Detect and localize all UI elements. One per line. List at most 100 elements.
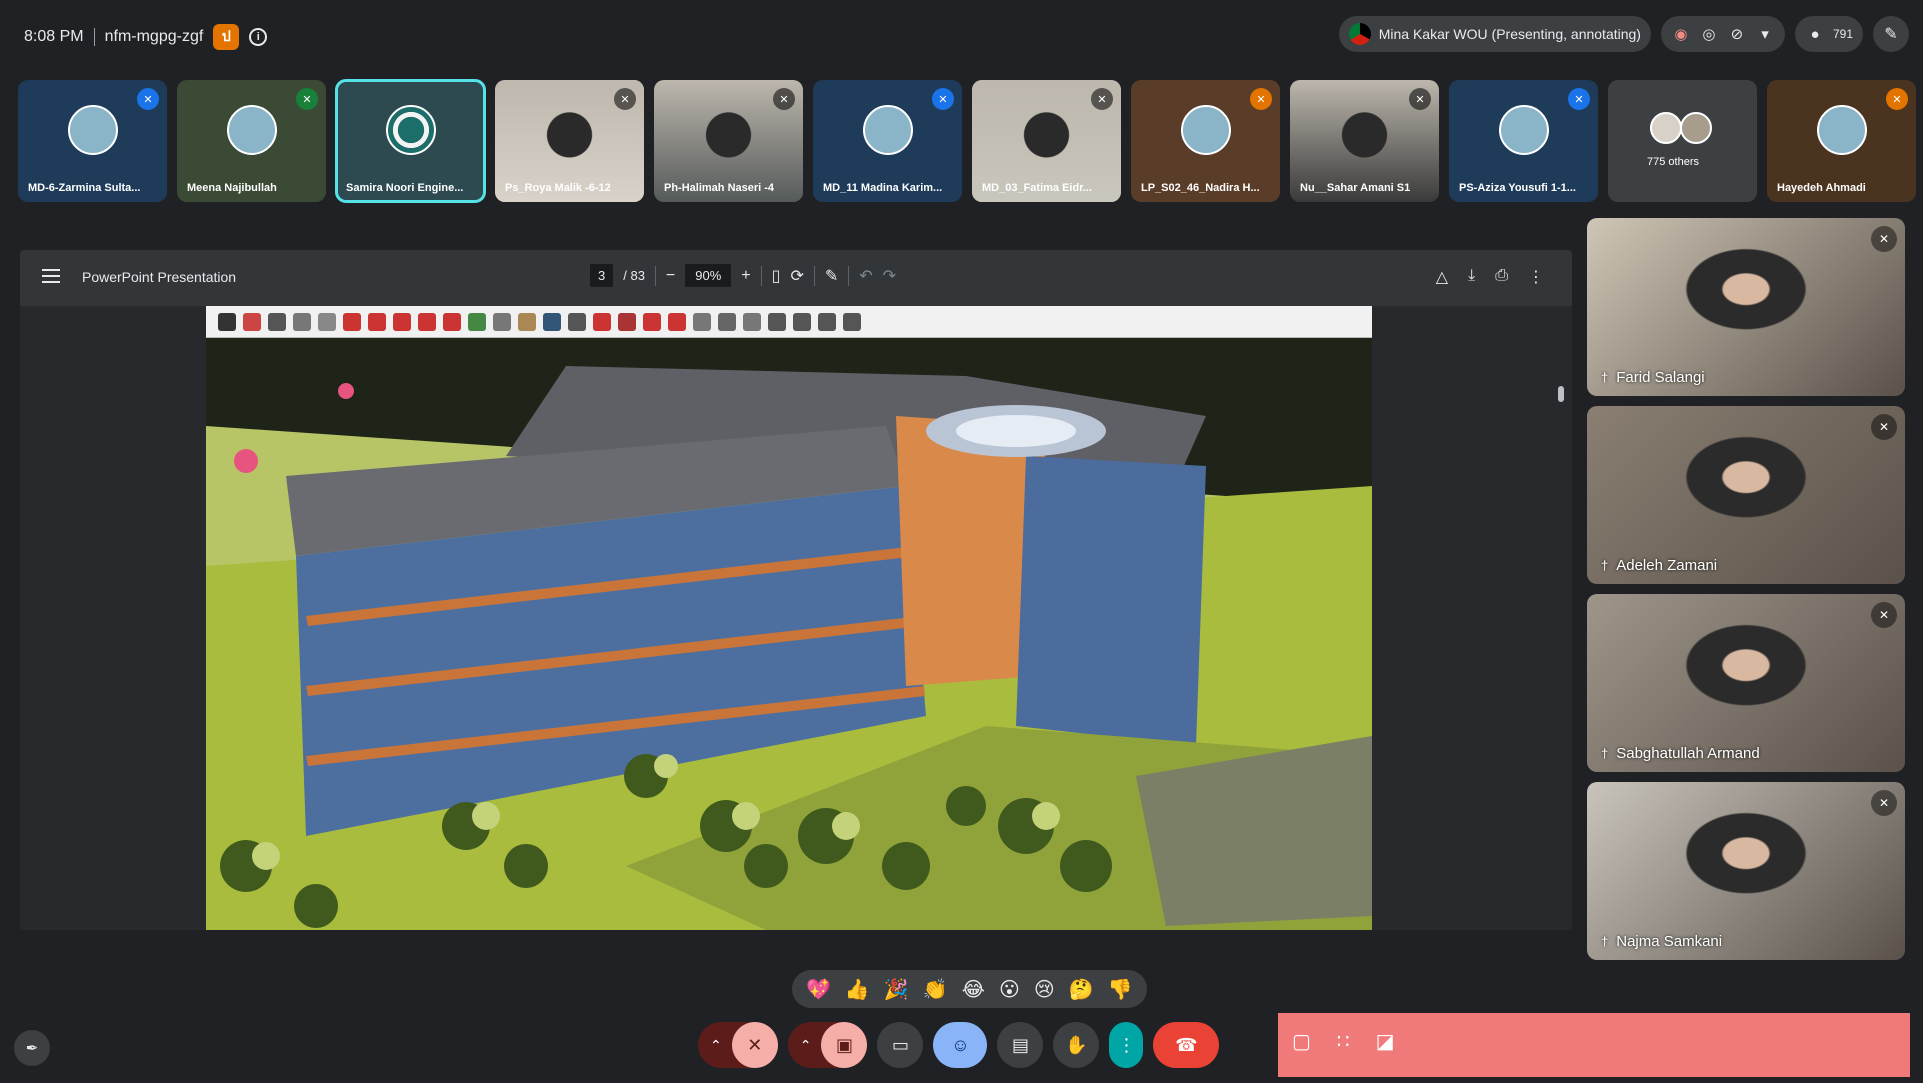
participant-name: MD_11 Madina Karim... xyxy=(823,182,943,194)
camera-off-icon[interactable]: ▣ xyxy=(821,1022,868,1068)
participant-tile[interactable]: ✕ Nu__Sahar Amani S1 xyxy=(1290,80,1439,202)
reaction-emoji[interactable]: 👏 xyxy=(923,977,948,1002)
sketchup-tool-icon xyxy=(468,312,486,331)
camera-control[interactable]: ⌃ ▣ xyxy=(787,1022,868,1068)
pin-icon: † xyxy=(1601,370,1609,385)
participant-name: 775 others xyxy=(1647,156,1699,168)
mic-off-icon: ✕ xyxy=(1409,88,1431,110)
participant-tile[interactable]: ✕ Hayedeh Ahmadi xyxy=(1767,80,1916,202)
reaction-emoji[interactable]: 😂 xyxy=(962,977,985,1002)
annotate-button[interactable]: ✎ xyxy=(1873,16,1909,52)
mic-off-icon: ✕ xyxy=(1871,226,1897,252)
host-lock-icon[interactable]: ◪ xyxy=(1376,1029,1395,1054)
sketchup-tool-icon xyxy=(618,312,636,331)
zoom-level[interactable]: 90% xyxy=(685,264,732,287)
page-input[interactable]: 3 xyxy=(590,264,614,287)
pinned-videos: ✕ † Farid Salangi ✕ † Adeleh Zamani ✕ † Sabghatu… xyxy=(1587,218,1905,960)
reaction-emoji[interactable]: 🤔 xyxy=(1069,977,1094,1002)
mic-off-icon: ✕ xyxy=(932,88,954,110)
scrollbar-thumb[interactable] xyxy=(1558,386,1564,402)
pen-icon: ✎ xyxy=(1884,26,1898,43)
more-vert-icon: ⋮ xyxy=(1117,1034,1136,1055)
participant-tile[interactable]: ✕ MD_11 Madina Karim... xyxy=(813,80,962,202)
avatar xyxy=(1680,112,1712,144)
participant-tile[interactable]: ✕ Ph-Halimah Naseri -4 xyxy=(654,80,803,202)
sketchup-tool-icon xyxy=(793,312,811,331)
zoom-in-button[interactable]: + xyxy=(741,267,750,285)
drive-icon[interactable]: △ xyxy=(1436,267,1448,287)
raise-hand-button[interactable]: ✋ xyxy=(1053,1022,1100,1068)
slide-image xyxy=(206,306,1372,930)
pin-off-button[interactable]: ✒ xyxy=(14,1030,50,1066)
annotate-icon[interactable]: ✎ xyxy=(825,266,838,286)
rotate-icon[interactable]: ⟳ xyxy=(790,266,803,286)
slide-scrollbar[interactable] xyxy=(1556,368,1566,930)
participant-tile[interactable]: ✕ LP_S02_46_Nadira H... xyxy=(1131,80,1280,202)
participant-name: LP_S02_46_Nadira H... xyxy=(1141,182,1260,194)
chevron-up-icon[interactable]: ⌃ xyxy=(800,1037,812,1054)
reaction-emoji[interactable]: 😢 xyxy=(1034,977,1055,1002)
presentation-options[interactable]: ◉ ◎ ⊘ ▾ xyxy=(1660,16,1785,52)
undo-icon[interactable]: ↶ xyxy=(859,266,872,286)
sketchup-tool-icon xyxy=(293,312,311,331)
mic-control[interactable]: ⌃ ✕ xyxy=(698,1022,778,1068)
reaction-emoji[interactable]: 🎉 xyxy=(884,977,909,1002)
slide-area xyxy=(20,306,1572,930)
chevron-up-icon[interactable]: ⌃ xyxy=(710,1037,722,1054)
print-icon[interactable]: ⎙ xyxy=(1495,267,1508,287)
avatar xyxy=(385,105,436,155)
sketchup-tool-icon xyxy=(268,312,286,331)
pinned-name-label: Sabghatullah Armand xyxy=(1616,745,1760,762)
zoom-out-button[interactable]: − xyxy=(666,267,675,285)
presenter-chip[interactable]: Mina Kakar WOU (Presenting, annotating) xyxy=(1338,16,1651,52)
reactions-button[interactable]: ☺ xyxy=(933,1022,988,1068)
participant-tile[interactable]: ✕ MD-6-Zarmina Sulta... xyxy=(18,80,167,202)
download-icon[interactable]: ⤓ xyxy=(1468,267,1475,287)
page-total: / 83 xyxy=(623,268,645,283)
pinned-video-tile[interactable]: ✕ † Adeleh Zamani xyxy=(1587,406,1905,584)
mic-off-icon: ✕ xyxy=(296,88,318,110)
participant-tile[interactable]: 775 others xyxy=(1608,80,1757,202)
reaction-emoji[interactable]: 😮 xyxy=(999,977,1020,1002)
pinned-name: † Adeleh Zamani xyxy=(1601,557,1717,574)
reaction-emoji[interactable]: 👍 xyxy=(845,977,870,1002)
people-icon: ● xyxy=(1810,25,1820,43)
more-vert-icon[interactable]: ⋮ xyxy=(1528,267,1544,287)
pinned-video-tile[interactable]: ✕ † Farid Salangi xyxy=(1587,218,1905,396)
pinned-name: † Sabghatullah Armand xyxy=(1601,745,1760,762)
menu-icon[interactable] xyxy=(42,269,60,283)
pinned-name-label: Najma Samkani xyxy=(1616,933,1723,950)
pinned-video-tile[interactable]: ✕ † Najma Samkani xyxy=(1587,782,1905,960)
avatar xyxy=(1498,105,1549,155)
present-button[interactable]: ▭ xyxy=(877,1022,924,1068)
captions-button[interactable]: ▤ xyxy=(997,1022,1044,1068)
participant-name: Ph-Halimah Naseri -4 xyxy=(664,182,775,194)
participant-count-chip[interactable]: ● 791 xyxy=(1794,16,1863,52)
host-controls-icon[interactable]: ป xyxy=(213,24,240,50)
sketchup-tool-icon xyxy=(393,312,411,331)
mic-off-icon: ✕ xyxy=(1871,414,1897,440)
pdf-toolbar: PowerPoint Presentation 3 / 83 − 90% + ▯… xyxy=(20,250,1572,306)
chat-icon[interactable]: ▢ xyxy=(1292,1029,1311,1054)
reaction-emoji[interactable]: 👎 xyxy=(1108,977,1133,1002)
captions-icon: ▤ xyxy=(1011,1034,1029,1055)
pinned-video-tile[interactable]: ✕ † Sabghatullah Armand xyxy=(1587,594,1905,772)
participant-tile[interactable]: ✕ Ps_Roya Malik -6-12 xyxy=(495,80,644,202)
building-render xyxy=(206,306,1372,930)
info-icon[interactable]: i xyxy=(249,28,268,46)
leave-call-button[interactable]: ☎ xyxy=(1153,1022,1220,1068)
participant-tile[interactable]: ✕ PS-Aziza Yousufi 1-1... xyxy=(1449,80,1598,202)
mic-off-icon[interactable]: ✕ xyxy=(731,1022,778,1068)
participant-tile[interactable]: Samira Noori Engine... xyxy=(335,79,486,203)
more-options-button[interactable]: ⋮ xyxy=(1109,1022,1144,1068)
mic-off-icon: ✕ xyxy=(773,88,795,110)
presentation-viewer: PowerPoint Presentation 3 / 83 − 90% + ▯… xyxy=(20,250,1572,930)
reaction-emoji[interactable]: 💖 xyxy=(806,977,831,1002)
sketchup-tool-icon xyxy=(318,312,336,331)
apps-icon[interactable]: ∷ xyxy=(1337,1029,1350,1054)
participant-tile[interactable]: ✕ MD_03_Fatima Eidr... xyxy=(972,80,1121,202)
participant-tile[interactable]: ✕ Meena Najibullah xyxy=(177,80,326,202)
redo-icon[interactable]: ↷ xyxy=(883,266,896,286)
fit-page-icon[interactable]: ▯ xyxy=(772,266,781,286)
mic-off-icon: ✕ xyxy=(1886,88,1908,110)
